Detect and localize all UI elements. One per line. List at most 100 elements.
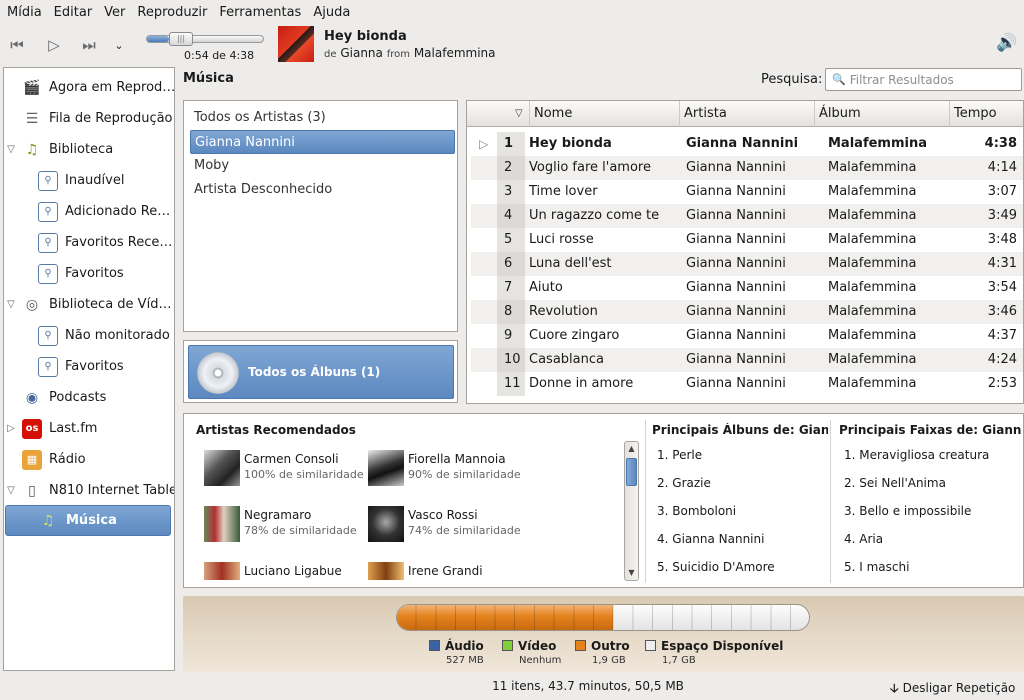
seek-thumb[interactable]: |||	[169, 32, 194, 46]
scroll-down-icon[interactable]: ▼	[625, 566, 638, 580]
menu-ver[interactable]: Ver	[99, 5, 130, 20]
legend-audio: Áudio 527 MB	[429, 639, 484, 666]
sidebar-item-radio[interactable]: ▦ Rádio	[4, 444, 174, 475]
top-albums-list: 1. Perle 2. Grazie 3. Bomboloni 4. Giann…	[657, 441, 827, 581]
expander-closed-icon[interactable]: ▷	[6, 423, 16, 434]
sidebar-item-nao-monitorado[interactable]: ⚲ Não monitorado	[4, 320, 174, 351]
legend-name: Vídeo	[518, 639, 557, 653]
sidebar-item-lastfm[interactable]: ▷ os Last.fm	[4, 413, 174, 444]
search-icon[interactable]: 🔍	[832, 73, 846, 86]
top-track-item[interactable]: 3. Bello e impossibile	[844, 497, 1022, 525]
track-artist: Gianna Nannini	[686, 376, 786, 391]
sidebar-item-n810[interactable]: ▽ ▯ N810 Internet Tablet	[4, 475, 174, 506]
recommended-artist[interactable]: Fiorella Mannoia 90% de similaridade	[368, 450, 528, 494]
top-track-item[interactable]: 1. Meravigliosa creatura	[844, 441, 1022, 469]
sidebar-item-label: Não monitorado	[65, 328, 170, 343]
sidebar-item-favoritos-recentes[interactable]: ⚲ Favoritos Rece…	[4, 227, 174, 258]
scrollbar-thumb[interactable]	[626, 458, 637, 486]
previous-icon: ⏮	[10, 36, 24, 54]
artist-row[interactable]: Gianna Nannini	[190, 130, 455, 154]
top-album-item[interactable]: 3. Bomboloni	[657, 497, 827, 525]
table-row[interactable]: 10 Casablanca Gianna Nannini Malafemmina 4:2…	[471, 348, 1023, 372]
top-album-item[interactable]: 5. Suicidio D'Amore	[657, 553, 827, 581]
table-row[interactable]: 4 Un ragazzo come te Gianna Nannini Malafem…	[471, 204, 1023, 228]
table-row[interactable]: 8 Revolution Gianna Nannini Malafemmina 3:46	[471, 300, 1023, 324]
next-menu-button[interactable]: ⌄	[108, 33, 130, 57]
top-album-item[interactable]: 1. Perle	[657, 441, 827, 469]
next-button[interactable]: ⏭	[76, 33, 102, 57]
table-row[interactable]: 7 Aiuto Gianna Nannini Malafemmina 3:54	[471, 276, 1023, 300]
table-row[interactable]: 2 Voglio fare l'amore Gianna Nannini Malafe…	[471, 156, 1023, 180]
top-album-item[interactable]: 2. Grazie	[657, 469, 827, 497]
top-track-item[interactable]: 2. Sei Nell'Anima	[844, 469, 1022, 497]
scroll-up-icon[interactable]: ▲	[625, 442, 638, 456]
recommended-artist[interactable]: Irene Grandi	[368, 562, 528, 582]
top-tracks-title: Principais Faixas de: Gianna	[839, 423, 1021, 437]
artist-row-all[interactable]: Todos os Artistas (3)	[190, 106, 455, 130]
column-header-album[interactable]: Álbum	[814, 101, 949, 127]
menu-ferramentas[interactable]: Ferramentas	[214, 5, 306, 20]
recommended-artist[interactable]: Luciano Ligabue	[204, 562, 364, 582]
artist-row[interactable]: Artista Desconhecido	[190, 178, 455, 202]
menu-ajuda[interactable]: Ajuda	[308, 5, 355, 20]
table-row[interactable]: 9 Cuore zingaro Gianna Nannini Malafemmina 4…	[471, 324, 1023, 348]
artist-photo	[204, 450, 240, 486]
sidebar-item-adicionado[interactable]: ⚲ Adicionado Re…	[4, 196, 174, 227]
search-input[interactable]: 🔍 Filtrar Resultados	[825, 68, 1022, 91]
menu-reproduzir[interactable]: Reproduzir	[132, 5, 212, 20]
table-row[interactable]: 11 Donne in amore Gianna Nannini Malafemmin…	[471, 372, 1023, 396]
legend-value: 1,9 GB	[592, 655, 626, 666]
track-name: Donne in amore	[529, 376, 634, 391]
recommended-artist[interactable]: Carmen Consoli 100% de similaridade	[204, 450, 364, 494]
track-artist: Gianna Nannini	[686, 328, 786, 343]
previous-button[interactable]: ⏮	[4, 33, 30, 57]
top-track-item[interactable]: 5. I maschi	[844, 553, 1022, 581]
sidebar-item-now-playing[interactable]: 🎬 Agora em Reprod…	[4, 72, 174, 103]
track-album: Malafemmina	[828, 232, 917, 247]
table-row[interactable]: ▷ 1 Hey bionda Gianna Nannini Malafemmina 4:3…	[471, 132, 1023, 156]
expander-open-icon[interactable]: ▽	[6, 299, 16, 310]
seek-slider[interactable]: |||	[146, 32, 264, 46]
sidebar-item-label: Música	[66, 513, 117, 528]
column-header-name[interactable]: Nome	[529, 101, 679, 127]
table-row[interactable]: 3 Time lover Gianna Nannini Malafemmina 3:07	[471, 180, 1023, 204]
sort-indicator-icon[interactable]: ▽	[495, 101, 530, 127]
track-time: 4:14	[987, 160, 1017, 175]
table-row[interactable]: 5 Luci rosse Gianna Nannini Malafemmina 3:48	[471, 228, 1023, 252]
recommended-scrollbar[interactable]: ▲ ▼	[624, 441, 639, 581]
column-header-time[interactable]: Tempo	[949, 101, 1023, 127]
sidebar-item-favoritos[interactable]: ⚲ Favoritos	[4, 258, 174, 289]
artist-name: Negramaro	[244, 508, 312, 522]
track-album: Malafemmina	[828, 376, 917, 391]
sidebar-item-podcasts[interactable]: ◉ Podcasts	[4, 382, 174, 413]
track-time: 4:31	[987, 256, 1017, 271]
sidebar-item-video-library[interactable]: ▽ ◎ Biblioteca de Víd…	[4, 289, 174, 320]
menu-editar[interactable]: Editar	[49, 5, 98, 20]
sidebar-item-device-musica[interactable]: ♫ Música	[5, 505, 171, 536]
recommended-artist[interactable]: Vasco Rossi 74% de similaridade	[368, 506, 528, 550]
top-track-item[interactable]: 4. Aria	[844, 525, 1022, 553]
sidebar-item-play-queue[interactable]: ☰ Fila de Reprodução	[4, 103, 174, 134]
repeat-arrow-icon: 🡣	[890, 681, 899, 695]
play-icon: ▷	[48, 36, 60, 54]
album-row-all[interactable]: Todos os Álbuns (1)	[188, 345, 454, 399]
volume-button[interactable]: 🔊	[996, 33, 1018, 55]
artist-row[interactable]: Moby	[190, 154, 455, 178]
table-row[interactable]: 6 Luna dell'est Gianna Nannini Malafemmina 4…	[471, 252, 1023, 276]
chevron-down-icon: ⌄	[114, 38, 124, 52]
sidebar-item-label: Agora em Reprod…	[49, 80, 174, 95]
expander-open-icon[interactable]: ▽	[6, 144, 16, 155]
column-header-artist[interactable]: Artista	[679, 101, 814, 127]
sidebar-item-biblioteca[interactable]: ▽ ♫ Biblioteca	[4, 134, 174, 165]
repeat-toggle[interactable]: 🡣 Desligar Repetição	[890, 679, 1015, 700]
track-number: 11	[497, 372, 525, 396]
album-cover[interactable]	[278, 26, 314, 62]
top-album-item[interactable]: 4. Gianna Nannini	[657, 525, 827, 553]
play-button[interactable]: ▷	[41, 33, 67, 57]
track-name: Hey bionda	[529, 136, 612, 151]
sidebar-item-inaudivel[interactable]: ⚲ Inaudível	[4, 165, 174, 196]
menu-midia[interactable]: Mídia	[2, 5, 47, 20]
expander-open-icon[interactable]: ▽	[6, 485, 16, 496]
recommended-artist[interactable]: Negramaro 78% de similaridade	[204, 506, 364, 550]
sidebar-item-video-favoritos[interactable]: ⚲ Favoritos	[4, 351, 174, 382]
